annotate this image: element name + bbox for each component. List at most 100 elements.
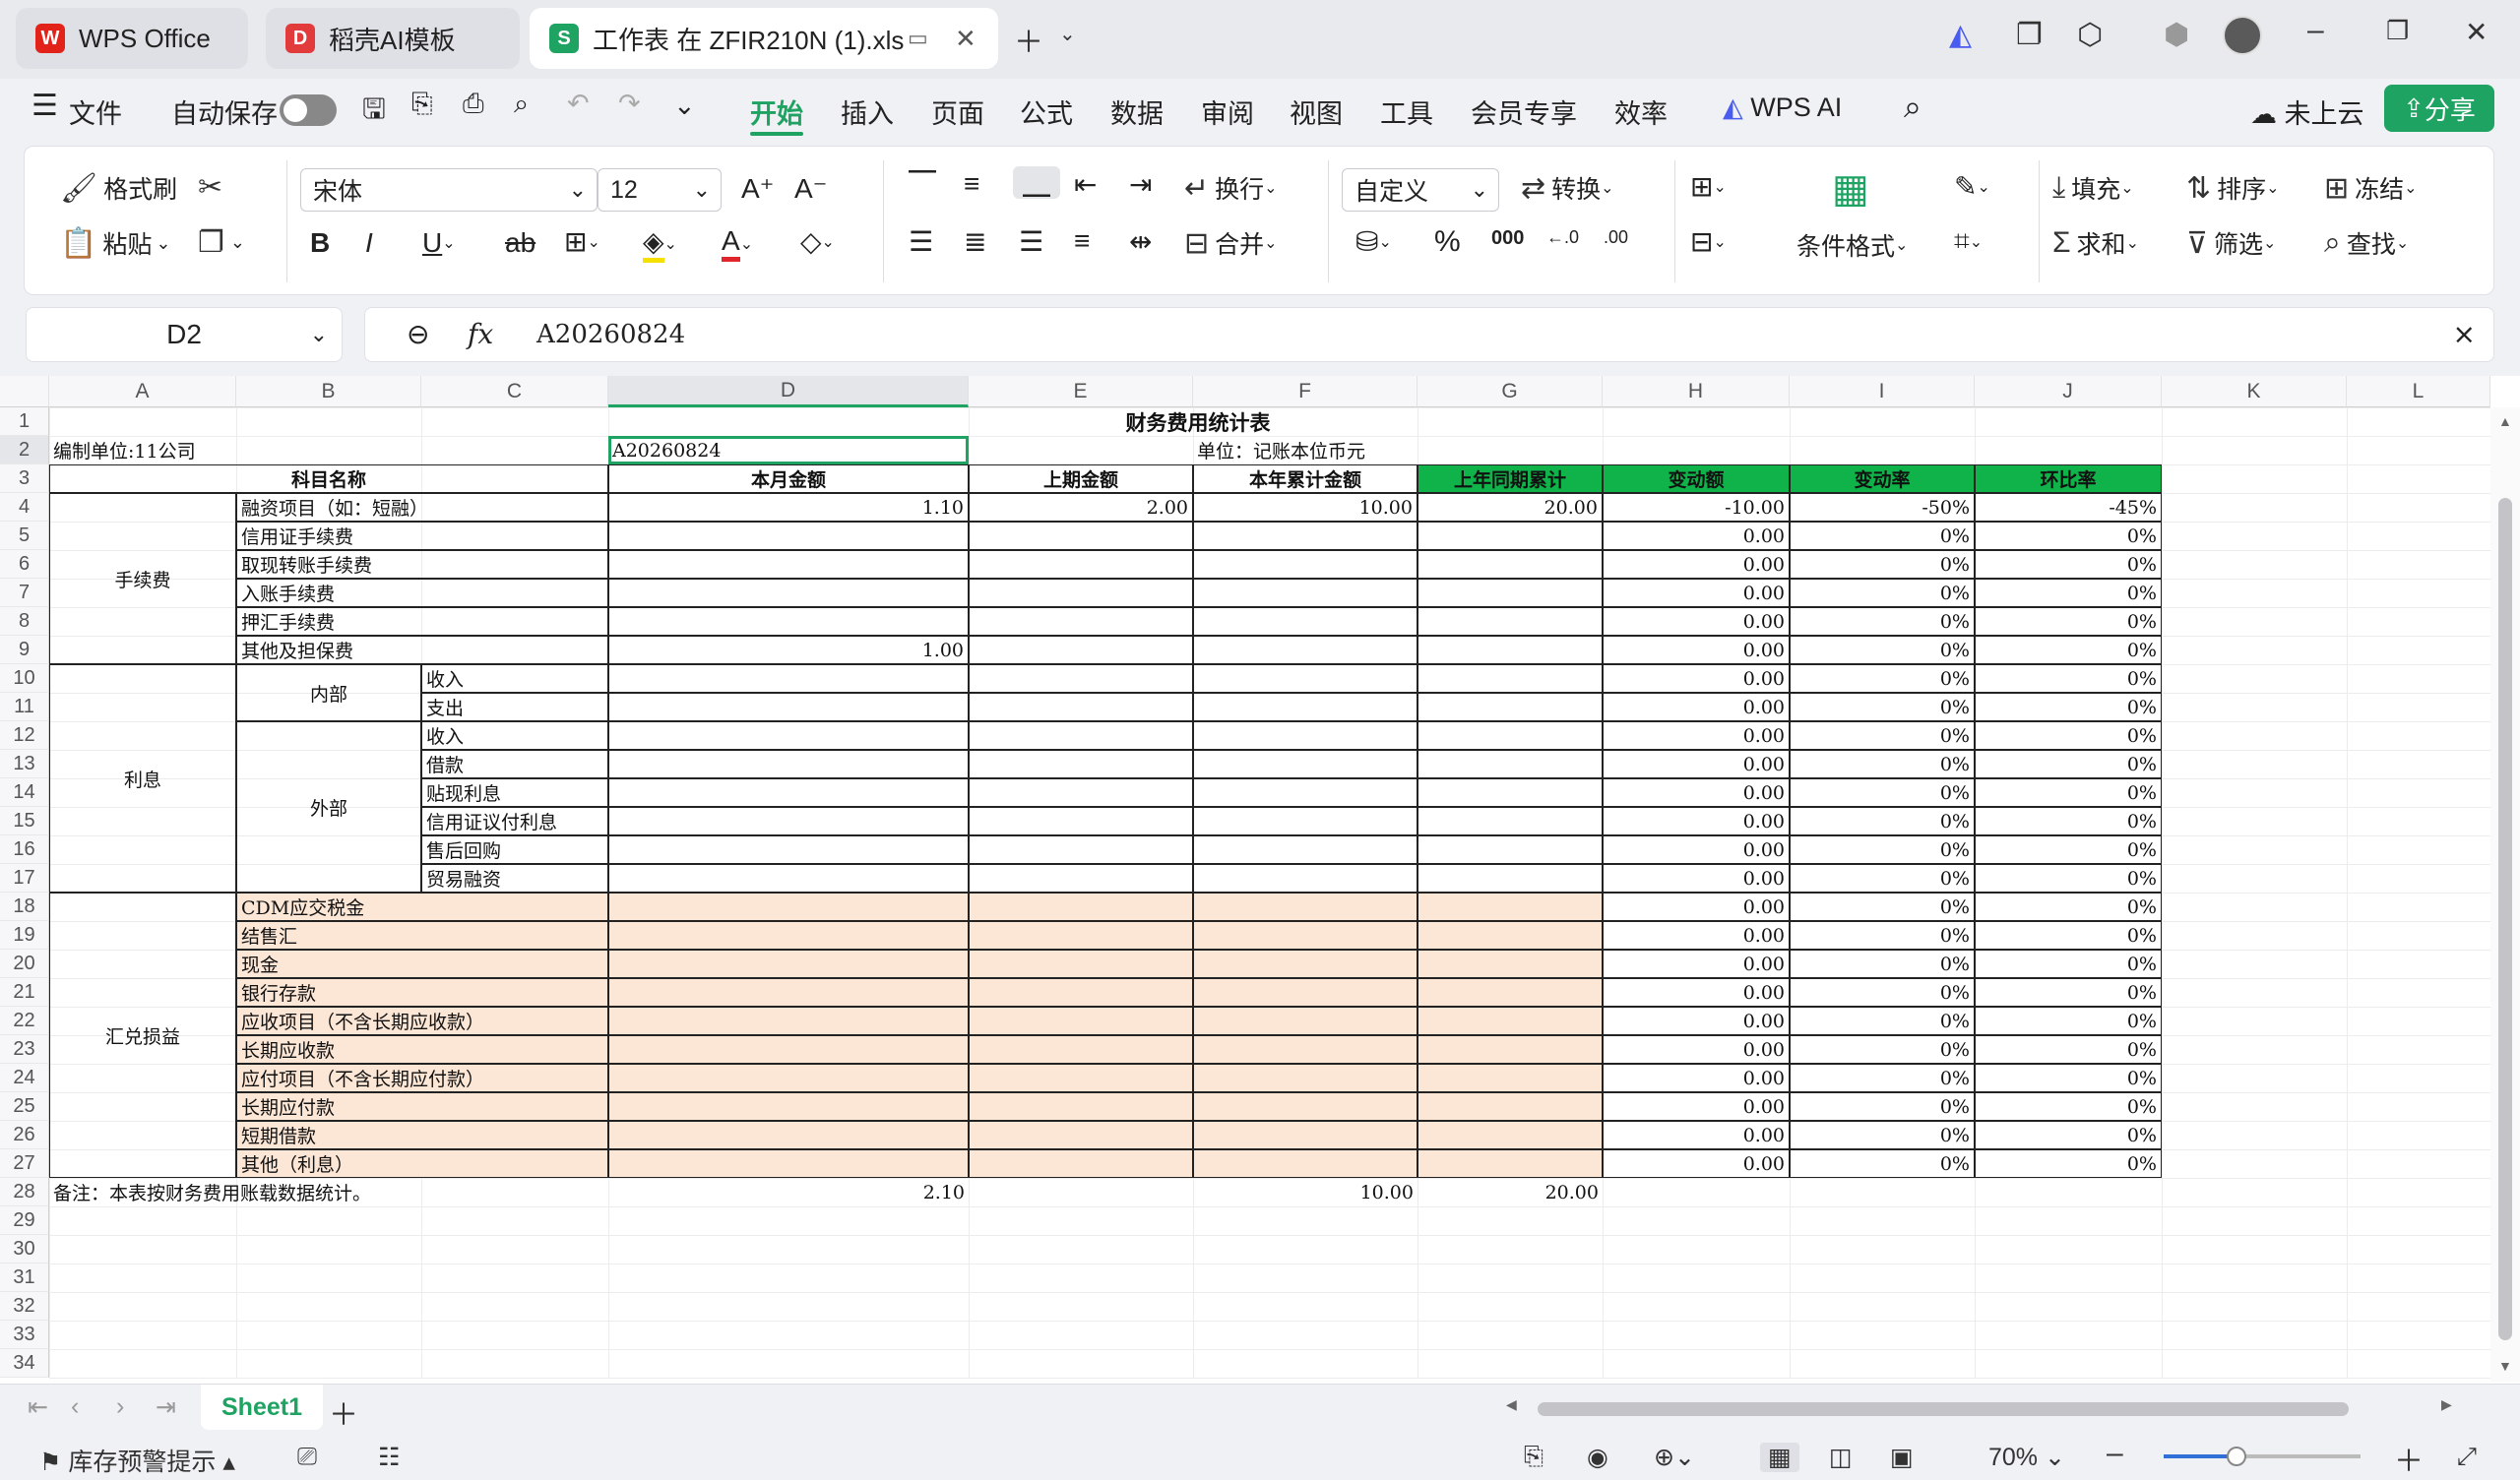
cell-j-value[interactable]: 0% — [1975, 579, 2162, 607]
row-header[interactable]: 10 — [0, 664, 49, 693]
item-name[interactable]: 应收项目（不含长期应收款） — [236, 1007, 608, 1035]
item-name[interactable]: 融资项目（如：短融） — [236, 493, 608, 522]
cell-e-value[interactable] — [969, 1035, 1193, 1064]
row-header[interactable]: 22 — [0, 1007, 49, 1035]
row-header[interactable]: 14 — [0, 778, 49, 807]
row-header[interactable]: 3 — [0, 464, 49, 493]
next-sheet-icon[interactable]: › — [116, 1392, 124, 1421]
item-name[interactable]: 贸易融资 — [421, 864, 608, 893]
cell-j-value[interactable]: 0% — [1975, 1121, 2162, 1149]
tab-active-workbook[interactable]: S 工作表 在 ZFIR210N (1).xls ▭ ✕ — [530, 8, 998, 69]
hscroll-left-icon[interactable]: ◀ — [1506, 1396, 1517, 1413]
font-size-select[interactable]: 12 ⌄ — [598, 168, 722, 212]
crop-icon[interactable]: ⌗ ⌄ — [1954, 225, 1983, 258]
column-header-B[interactable]: B — [236, 376, 421, 407]
vertical-scrollbar[interactable]: ▲ ▼ — [2490, 407, 2520, 1382]
cell-i-value[interactable]: 0% — [1790, 835, 1975, 864]
align-right-icon[interactable]: ☰ — [1019, 225, 1043, 258]
item-name[interactable]: 借款 — [421, 750, 608, 778]
bold-button[interactable]: B — [310, 227, 330, 259]
copy-button[interactable]: ❐ ⌄ — [198, 225, 245, 260]
cell-d-value[interactable] — [608, 750, 969, 778]
cell-h-value[interactable]: 0.00 — [1603, 807, 1790, 835]
more-chevron-icon[interactable]: ⌄ — [673, 91, 696, 121]
avatar[interactable] — [2223, 16, 2262, 55]
share-button[interactable]: ⇪ 分享 — [2384, 85, 2494, 132]
select-all-corner[interactable] — [0, 376, 49, 407]
row-header[interactable]: 27 — [0, 1149, 49, 1178]
cell-d-value[interactable] — [608, 1149, 969, 1178]
border-button[interactable]: ⊞ ⌄ — [564, 225, 600, 258]
cell-f-value[interactable] — [1193, 950, 1418, 978]
cell-g-value[interactable] — [1418, 1064, 1603, 1092]
cell-h-value[interactable]: 0.00 — [1603, 778, 1790, 807]
cell-h-value[interactable]: 0.00 — [1603, 921, 1790, 950]
cell-d-value[interactable] — [608, 550, 969, 579]
cell-e-value[interactable]: 2.00 — [969, 493, 1193, 522]
column-header-L[interactable]: L — [2347, 376, 2490, 407]
item-name[interactable]: 支出 — [421, 693, 608, 721]
close-window-icon[interactable]: ✕ — [2465, 16, 2488, 48]
column-header-C[interactable]: C — [421, 376, 608, 407]
cell-f-value[interactable] — [1193, 978, 1418, 1007]
row-header[interactable]: 32 — [0, 1292, 49, 1321]
cell-f-value[interactable] — [1193, 921, 1418, 950]
cell-h-value[interactable]: 0.00 — [1603, 1035, 1790, 1064]
cell-h-value[interactable]: 0.00 — [1603, 693, 1790, 721]
cell-f-value[interactable] — [1193, 1035, 1418, 1064]
zoom-slider-knob[interactable] — [2227, 1447, 2246, 1466]
cell-h-value[interactable]: 0.00 — [1603, 893, 1790, 921]
cell-e-value[interactable] — [969, 607, 1193, 636]
cell-e-value[interactable] — [969, 778, 1193, 807]
item-name[interactable]: 银行存款 — [236, 978, 608, 1007]
row-header[interactable]: 18 — [0, 893, 49, 921]
cell-h-value[interactable]: 0.00 — [1603, 579, 1790, 607]
cell-i-value[interactable]: 0% — [1790, 778, 1975, 807]
cell-g-value[interactable] — [1418, 978, 1603, 1007]
currency-button[interactable]: ⛁ ⌄ — [1355, 225, 1392, 258]
cube-icon[interactable]: ⬡ — [2077, 18, 2103, 52]
shield-icon[interactable]: ⬢ — [2164, 18, 2189, 52]
cell-d-value[interactable] — [608, 807, 969, 835]
cell-h-value[interactable]: 0.00 — [1603, 607, 1790, 636]
increase-font-icon[interactable]: A⁺ — [741, 172, 774, 205]
cell-g-value[interactable]: 20.00 — [1418, 493, 1603, 522]
cell-h-value[interactable]: -10.00 — [1603, 493, 1790, 522]
cell-j-value[interactable]: 0% — [1975, 750, 2162, 778]
cell-j-value[interactable]: 0% — [1975, 721, 2162, 750]
thousands-button[interactable]: 000 — [1491, 227, 1524, 250]
number-format-select[interactable]: 自定义 ⌄ — [1342, 168, 1499, 212]
header-subject[interactable]: 科目名称 — [49, 464, 608, 493]
row-header[interactable]: 13 — [0, 750, 49, 778]
group-fx[interactable]: 汇兑损益 — [49, 893, 236, 1178]
cell-f-value[interactable] — [1193, 636, 1418, 664]
cell-i-value[interactable]: 0% — [1790, 522, 1975, 550]
cell-f-value[interactable] — [1193, 693, 1418, 721]
item-name[interactable]: 其他（利息） — [236, 1149, 608, 1178]
fill-color-button[interactable]: ◈ ⌄ — [643, 225, 677, 263]
underline-button[interactable]: U ⌄ — [422, 227, 456, 259]
zoom-out-icon[interactable]: – — [2107, 1437, 2123, 1470]
cell-f-value[interactable] — [1193, 607, 1418, 636]
fullscreen-icon[interactable]: ⤢ — [2457, 1443, 2477, 1471]
subgroup-external[interactable]: 外部 — [236, 721, 421, 893]
cell-g-value[interactable] — [1418, 522, 1603, 550]
cloud-button[interactable]: ☁ 未上云 — [2250, 92, 2364, 131]
cell-d-value[interactable] — [608, 1092, 969, 1121]
cell-j-value[interactable]: 0% — [1975, 522, 2162, 550]
stock-alert-button[interactable]: ⚑ 库存预警提示 ▴ — [39, 1443, 235, 1478]
page-break-icon[interactable]: ▣ — [1890, 1443, 1914, 1472]
cell-i-value[interactable]: 0% — [1790, 607, 1975, 636]
cell-e-value[interactable] — [969, 664, 1193, 693]
cell-i-value[interactable]: 0% — [1790, 807, 1975, 835]
scroll-down-icon[interactable]: ▼ — [2498, 1358, 2512, 1374]
item-name[interactable]: 信用证议付利息 — [421, 807, 608, 835]
hamburger-icon[interactable]: ☰ — [32, 89, 58, 123]
conditional-format-grid-icon[interactable]: ▦ — [1832, 166, 1869, 212]
item-name[interactable]: 其他及担保费 — [236, 636, 608, 664]
cell-j-value[interactable]: 0% — [1975, 1035, 2162, 1064]
row-header[interactable]: 25 — [0, 1092, 49, 1121]
cell-g-value[interactable] — [1418, 835, 1603, 864]
cell-e-value[interactable] — [969, 1092, 1193, 1121]
cell-g-value[interactable] — [1418, 864, 1603, 893]
